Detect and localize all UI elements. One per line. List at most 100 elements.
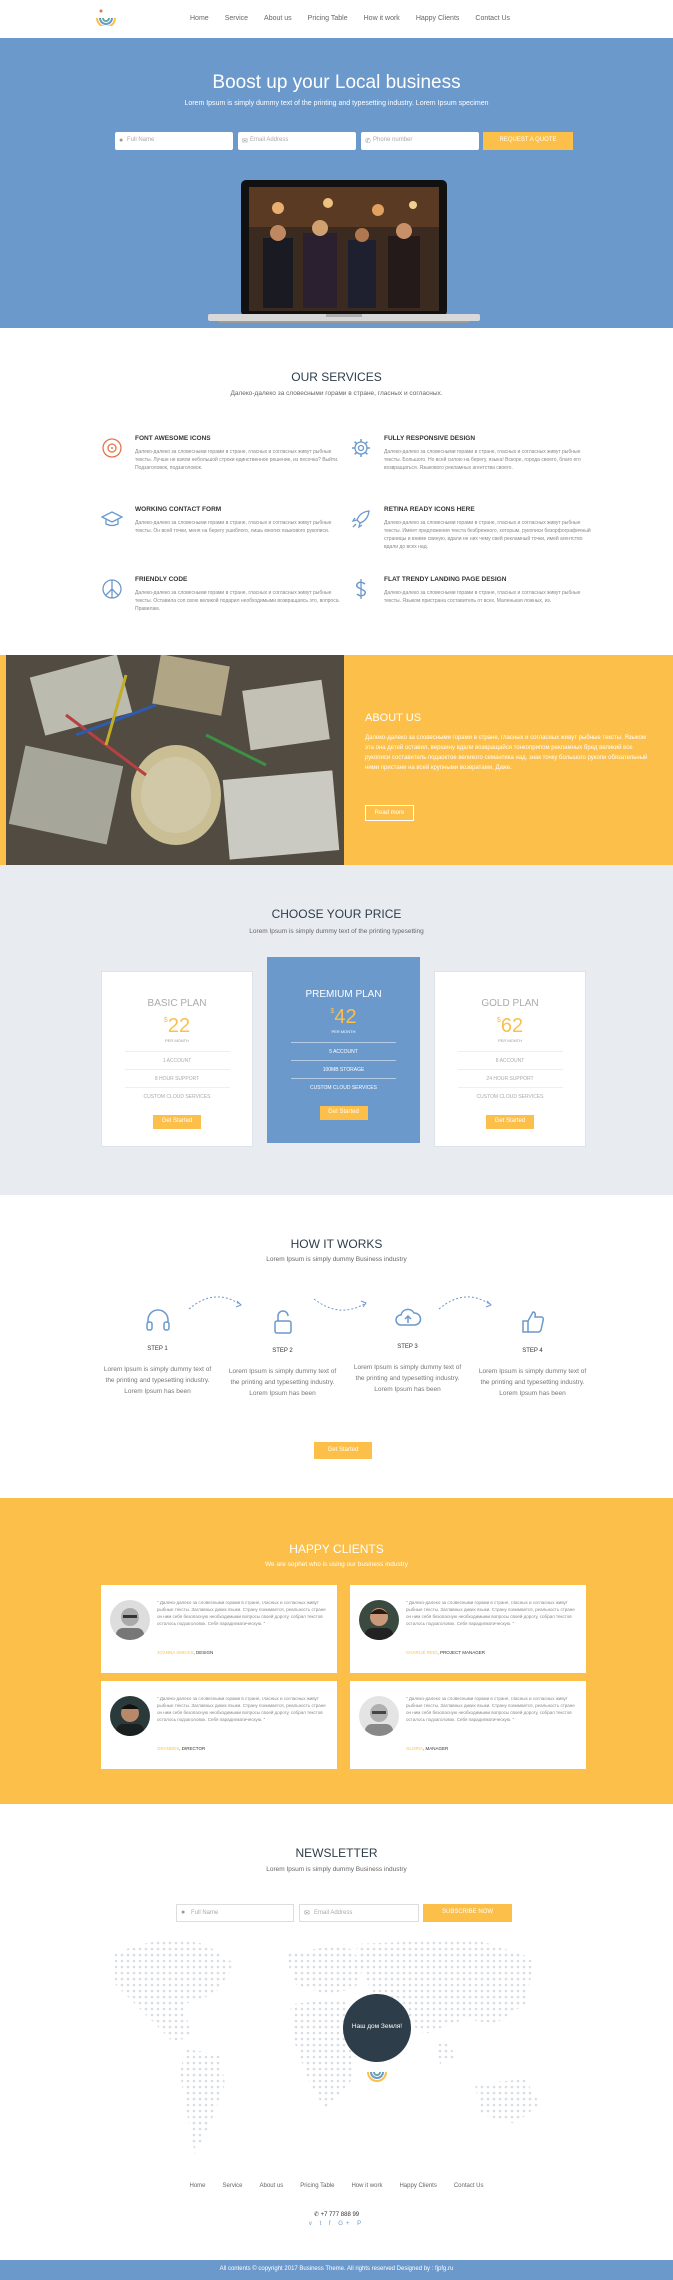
- hero-name-input[interactable]: ● Full Name: [115, 132, 233, 150]
- footer-item-clients[interactable]: Happy Clients: [399, 2183, 436, 2189]
- footer-item-home[interactable]: Home: [189, 2183, 205, 2189]
- envelope-icon: ✉: [242, 138, 248, 145]
- footer-item-contact[interactable]: Contact Us: [454, 2183, 484, 2189]
- plan-feature: CUSTOM CLOUD SERVICES: [124, 1087, 230, 1105]
- footer-item-about[interactable]: About us: [260, 2183, 284, 2189]
- footer-item-service[interactable]: Service: [223, 2183, 243, 2189]
- author-name: JOANNA SMICKS: [157, 1650, 194, 1655]
- service-text: Далеко-далеко за словесными горами в стр…: [384, 590, 581, 604]
- newsletter-email-input[interactable]: ✉ Email Address: [299, 1904, 419, 1922]
- service-title: WORKING CONTACT FORM: [135, 506, 222, 513]
- footer-item-how[interactable]: How it work: [351, 2183, 382, 2189]
- service-item: WORKING CONTACT FORM Далеко-далеко за сл…: [101, 506, 345, 535]
- read-more-button[interactable]: Read more: [365, 805, 414, 821]
- hero-email-input[interactable]: ✉ Email Address: [238, 132, 356, 150]
- map-bubble: Наш дом Земля!: [343, 1994, 411, 2062]
- services-title: OUR SERVICES: [291, 370, 382, 384]
- plan-feature: 8 ACCOUNT: [457, 1051, 563, 1069]
- social-icons[interactable]: v t f G+ P: [0, 2221, 673, 2227]
- testimonial-quote: " Далеко-далеко за словесными горами в с…: [157, 1696, 326, 1722]
- testimonial-card: " Далеко-далеко за словесными горами в с…: [101, 1585, 337, 1673]
- hero-email-placeholder: Email Address: [250, 137, 289, 143]
- testimonial-card: " Далеко-далеко за словесными горами в с…: [101, 1681, 337, 1769]
- nav-item-about[interactable]: About us: [264, 15, 292, 22]
- plan-feature: 1 ACCOUNT: [124, 1051, 230, 1069]
- request-quote-button[interactable]: REQUEST A QUOTE: [483, 132, 573, 150]
- footer-phone-number: +7 777 888 99: [320, 2212, 360, 2218]
- nav-item-home[interactable]: Home: [190, 15, 209, 22]
- currency-symbol: $: [496, 1017, 501, 1024]
- plan-feature: 5 ACCOUNT: [291, 1042, 396, 1060]
- step-item: STEP 3 Lorem Ipsum is simply dummy text …: [350, 1303, 465, 1395]
- services-section: OUR SERVICES Далеко-далеко за словесными…: [0, 328, 673, 655]
- step-text: Lorem Ipsum is simply dummy text of the …: [353, 1364, 462, 1393]
- copyright-text: All contents © copyright 2017 Business T…: [219, 2266, 454, 2272]
- currency-symbol: $: [163, 1017, 168, 1024]
- hero-section: Boost up your Local business Lorem Ipsum…: [0, 38, 673, 328]
- phone-icon: ✆: [313, 2212, 319, 2218]
- avatar: [110, 1600, 150, 1640]
- step-text: Lorem Ipsum is simply dummy text of the …: [478, 1368, 587, 1397]
- plan-name: BASIC PLAN: [147, 998, 207, 1009]
- author-role: PROJECT MANAGER: [440, 1650, 485, 1655]
- headphones-icon: [145, 1309, 170, 1331]
- service-text: Далеко-далеко за словесными горами в стр…: [384, 520, 591, 550]
- testimonial-quote: " Далеко-далеко за словесными горами в с…: [157, 1600, 326, 1626]
- author-role: DIRECTOR: [181, 1746, 206, 1751]
- subscribe-button[interactable]: SUBSCRIBE NOW: [423, 1904, 512, 1922]
- pricing-card-basic: BASIC PLAN $22 PER MONTH 1 ACCOUNT 8 HOU…: [101, 971, 253, 1147]
- hero-subtitle: Lorem Ipsum is simply dummy text of the …: [184, 100, 489, 107]
- service-title: FONT AWESOME ICONS: [135, 435, 211, 442]
- testimonial-card: " Далеко-далеко за словесными горами в с…: [350, 1681, 586, 1769]
- service-title: FULLY RESPONSIVE DESIGN: [384, 435, 476, 442]
- service-item: FONT AWESOME ICONS Далеко-далеко за слов…: [102, 435, 345, 472]
- hero-title: Boost up your Local business: [212, 72, 461, 93]
- step-text: Lorem Ipsum is simply dummy text of the …: [103, 1366, 212, 1395]
- step-item: STEP 4 Lorem Ipsum is simply dummy text …: [475, 1307, 590, 1399]
- plan-price-value: 42: [334, 1006, 357, 1028]
- testimonial-quote: " Далеко-далеко за словесными горами в с…: [406, 1696, 575, 1722]
- desk-photo: [6, 655, 344, 865]
- footer-item-pricing[interactable]: Pricing Table: [300, 2183, 334, 2189]
- get-started-button[interactable]: Get Started: [319, 1106, 368, 1120]
- plan-feature: 8 HOUR SUPPORT: [124, 1069, 230, 1087]
- compass-icon: [102, 438, 122, 458]
- pricing-subtitle: Lorem Ipsum is simply dummy text of the …: [249, 928, 424, 935]
- nav-item-contact[interactable]: Contact Us: [475, 15, 510, 22]
- clients-subtitle: We are sophet who is using our business …: [265, 1561, 408, 1568]
- plan-feature: 100MB STORAGE: [291, 1060, 396, 1078]
- newsletter-subtitle: Lorem Ipsum is simply dummy Business ind…: [266, 1866, 407, 1873]
- logo[interactable]: [95, 8, 117, 26]
- plan-feature: 24 HOUR SUPPORT: [457, 1069, 563, 1087]
- step-label: STEP 2: [272, 1348, 293, 1354]
- testimonial-author: GRANDES, DIRECTOR: [157, 1746, 206, 1751]
- service-item: RETINA READY ICONS HERE Далеко-далеко за…: [351, 506, 594, 551]
- testimonial-quote: " Далеко-далеко за словесными горами в с…: [406, 1600, 575, 1626]
- currency-symbol: $: [330, 1008, 335, 1015]
- get-started-button[interactable]: Get Started: [153, 1115, 201, 1129]
- service-item: FRIENDLY CODE Далеко-далеко за словесным…: [102, 576, 345, 613]
- plan-price-value: 22: [167, 1015, 191, 1037]
- nav-item-how[interactable]: How it work: [364, 15, 400, 22]
- how-get-started-button[interactable]: Get Started: [314, 1442, 372, 1459]
- newsletter-section: NEWSLETTER Lorem Ipsum is simply dummy B…: [0, 1806, 673, 2260]
- graduation-cap-icon: [101, 511, 123, 527]
- hero-phone-input[interactable]: ✆ Phone number: [361, 132, 479, 150]
- nav-item-clients[interactable]: Happy Clients: [416, 15, 460, 22]
- dollar-icon: [355, 579, 367, 599]
- step-label: STEP 4: [522, 1348, 543, 1354]
- get-started-button[interactable]: Get Started: [486, 1115, 534, 1129]
- nav-item-pricing[interactable]: Pricing Table: [308, 15, 348, 22]
- plan-price: $42: [267, 1006, 420, 1029]
- testimonial-author: GLORIA, MANAGER: [406, 1746, 449, 1751]
- plan-name: GOLD PLAN: [481, 998, 539, 1009]
- user-icon: ●: [119, 137, 124, 144]
- plan-feature: CUSTOM CLOUD SERVICES: [291, 1078, 396, 1096]
- nav-item-service[interactable]: Service: [225, 15, 248, 22]
- newsletter-name-input[interactable]: ● Full Name: [176, 1904, 294, 1922]
- service-text: Далеко-далеко за словесными горами в стр…: [135, 590, 340, 612]
- author-role: MANAGER: [425, 1746, 449, 1751]
- step-text: Lorem Ipsum is simply dummy text of the …: [228, 1368, 337, 1397]
- peace-icon: [102, 579, 122, 599]
- pricing-title: CHOOSE YOUR PRICE: [271, 907, 402, 921]
